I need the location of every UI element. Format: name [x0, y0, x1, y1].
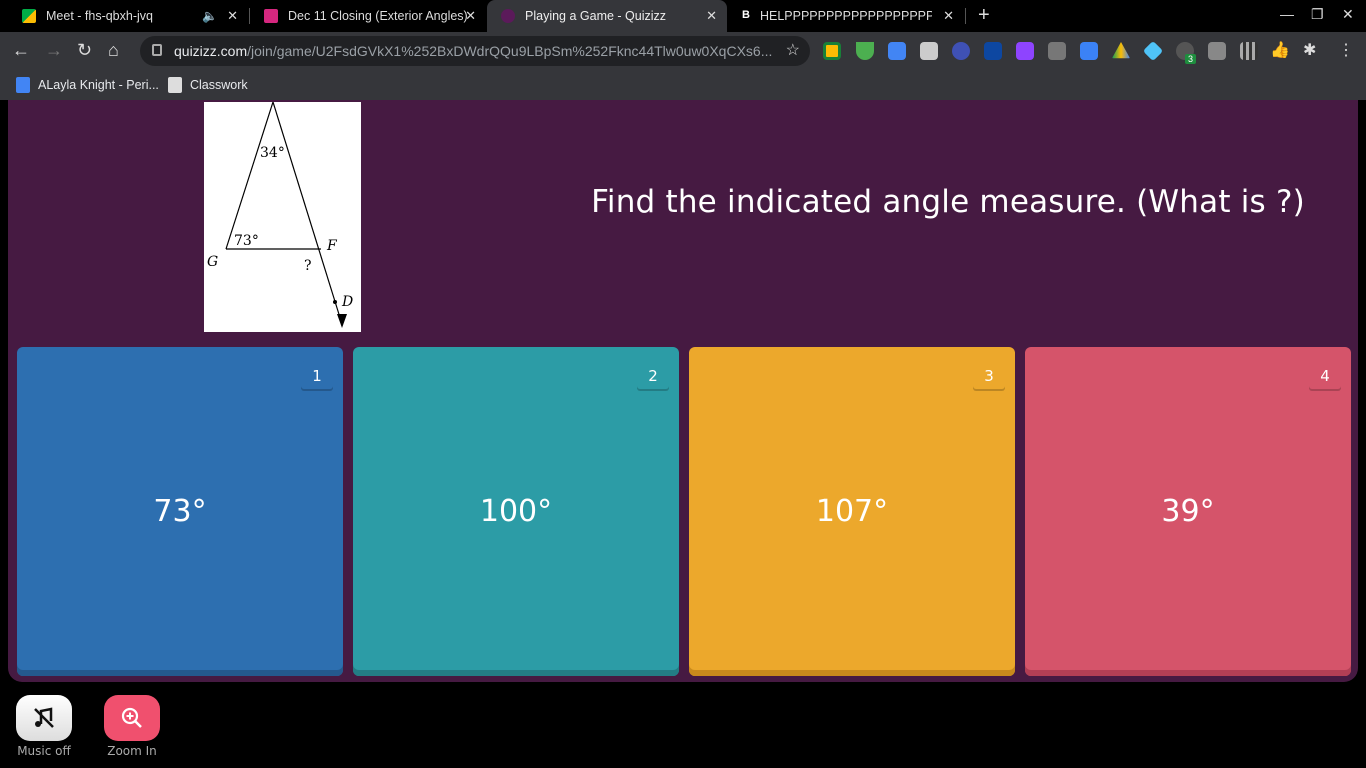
music-label: Music off: [17, 744, 71, 758]
url-path: /join/game/U2FsdGVkX1%252BxDWdrQQu9LBpSm…: [247, 43, 773, 59]
question-figure[interactable]: 34° 73° G F ? D: [204, 101, 361, 332]
quiz-stage: 34° 73° G F ? D Find the indicated angle…: [8, 100, 1358, 682]
zoom-in-button[interactable]: [104, 695, 160, 741]
address-bar[interactable]: quizizz.com/join/game/U2FsdGVkX1%252BxDW…: [140, 36, 810, 66]
triangle-diagram: 34° 73° G F ? D: [207, 101, 353, 328]
answer-option-4[interactable]: 4 39°: [1025, 347, 1351, 676]
close-window-button[interactable]: ✕: [1342, 6, 1354, 23]
blue-ext-icon[interactable]: [984, 42, 1002, 60]
option-answer: 39°: [1161, 494, 1215, 529]
question-text: Find the indicated angle measure. (What …: [591, 184, 1305, 220]
new-tab-button[interactable]: +: [978, 4, 990, 27]
point-label-g: G: [207, 254, 218, 270]
bookmark-star-icon[interactable]: ☆: [786, 40, 800, 60]
option-answer: 107°: [815, 494, 889, 529]
tab-title: Playing a Game - Quizizz: [525, 9, 667, 23]
answer-option-1[interactable]: 1 73°: [17, 347, 343, 676]
qr-ext-icon[interactable]: [1240, 42, 1258, 60]
restore-button[interactable]: ❐: [1311, 6, 1324, 23]
music-off-icon: [34, 707, 54, 728]
close-tab-icon[interactable]: ✕: [227, 8, 238, 24]
angle-label-g: 73°: [234, 233, 259, 249]
music-toggle-button[interactable]: [16, 695, 72, 741]
option-number: 2: [637, 361, 669, 391]
bookmark-classwork[interactable]: Classwork: [168, 77, 248, 93]
kami-ext-icon[interactable]: [952, 42, 970, 60]
reload-button[interactable]: ↻: [77, 40, 92, 61]
answer-option-2[interactable]: 2 100°: [353, 347, 679, 676]
close-tab-icon[interactable]: ✕: [465, 8, 476, 24]
tab-title: Dec 11 Closing (Exterior Angles): [288, 9, 468, 23]
g-ext-icon[interactable]: [1208, 42, 1226, 60]
tab-classwork[interactable]: Dec 11 Closing (Exterior Angles) ✕: [250, 0, 486, 32]
classroom-assignment-icon: [264, 9, 278, 23]
back-button[interactable]: ←: [12, 40, 30, 61]
browser-toolbar: ← → ↻ ⌂ quizizz.com/join/game/U2FsdGVkX1…: [0, 32, 1366, 70]
option-number: 3: [973, 361, 1005, 391]
muted-speaker-icon[interactable]: 🔈: [202, 9, 218, 24]
diamond-ext-icon[interactable]: [1142, 40, 1164, 62]
lock-icon: [152, 44, 162, 56]
thumbs-up-ext-icon[interactable]: 👍: [1270, 40, 1290, 59]
copy-ext-icon[interactable]: [1048, 42, 1066, 60]
point-label-f: F: [326, 238, 338, 254]
menu-kebab-icon[interactable]: ⋮: [1338, 40, 1356, 59]
tab-title: HELPPPPPPPPPPPPPPPPPPP: [759, 9, 932, 23]
classroom-icon: [168, 77, 182, 93]
close-tab-icon[interactable]: ✕: [943, 8, 954, 24]
shield-ext-icon[interactable]: [856, 42, 874, 60]
option-answer: 73°: [153, 494, 207, 529]
option-answer: 100°: [479, 494, 553, 529]
unknown-angle-label: ?: [304, 258, 312, 274]
bookmark-alayla[interactable]: ALayla Knight - Peri...: [16, 77, 159, 93]
url-host: quizizz.com: [174, 43, 248, 59]
panda-ext-icon[interactable]: [920, 42, 938, 60]
quizizz-icon: [501, 9, 515, 23]
tab-brainly[interactable]: B HELPPPPPPPPPPPPPPPPPPP ✕: [728, 0, 964, 32]
tab-title: Meet - fhs-qbxh-jvq: [46, 9, 153, 23]
zoom-label: Zoom In: [107, 744, 157, 758]
purple-ext-icon[interactable]: [1016, 42, 1034, 60]
extensions-puzzle-icon[interactable]: ✱: [1303, 40, 1321, 59]
docs-icon: [16, 77, 30, 93]
zoom-in-icon: [121, 707, 142, 728]
close-tab-icon[interactable]: ✕: [706, 8, 717, 24]
extension-badge: 3: [1185, 54, 1197, 64]
bookmark-label: Classwork: [190, 78, 248, 92]
drive-ext-icon[interactable]: [1112, 42, 1130, 59]
minimize-button[interactable]: —: [1280, 6, 1294, 22]
brainly-icon: B: [742, 9, 750, 21]
google-meet-icon: [22, 9, 36, 23]
option-number: 4: [1309, 361, 1341, 391]
b-ext-icon[interactable]: [1080, 42, 1098, 60]
forward-button[interactable]: →: [45, 40, 63, 61]
tab-strip: Meet - fhs-qbxh-jvq 🔈 ✕ Dec 11 Closing (…: [0, 0, 1366, 32]
option-number: 1: [301, 361, 333, 391]
bookmark-label: ALayla Knight - Peri...: [38, 78, 159, 92]
answer-option-3[interactable]: 3 107°: [689, 347, 1015, 676]
tab-quizizz[interactable]: Playing a Game - Quizizz ✕: [487, 0, 727, 32]
angle-label-top: 34°: [260, 145, 285, 161]
bookmarks-bar: ALayla Knight - Peri... Classwork: [0, 70, 1366, 100]
tab-meet[interactable]: Meet - fhs-qbxh-jvq 🔈 ✕: [8, 0, 248, 32]
home-button[interactable]: ⌂: [108, 40, 119, 61]
point-label-d: D: [341, 294, 353, 310]
docs-ext-icon[interactable]: [888, 42, 906, 60]
google-classroom-ext-icon[interactable]: [823, 42, 841, 60]
